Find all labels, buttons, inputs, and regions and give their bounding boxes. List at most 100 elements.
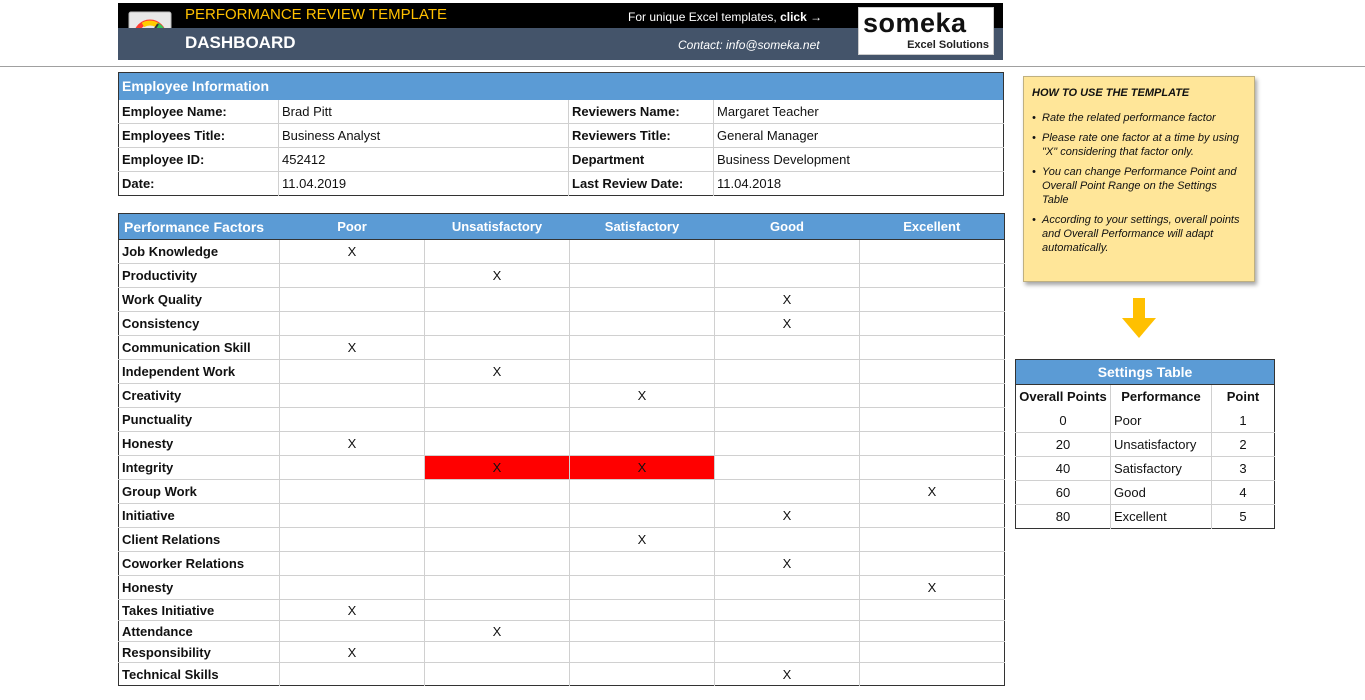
rating-cell[interactable] [424,551,570,576]
rating-cell[interactable] [859,287,1005,312]
rating-cell[interactable] [279,383,425,408]
rating-cell[interactable] [859,599,1005,621]
rating-cell[interactable]: X [714,311,860,336]
rating-cell[interactable] [279,479,425,504]
field-value[interactable]: Business Analyst [278,123,569,148]
point-cell[interactable]: 1 [1210,408,1275,433]
rating-cell[interactable] [569,575,715,600]
field-value[interactable]: Brad Pitt [278,99,569,124]
rating-cell[interactable] [424,431,570,456]
rating-cell[interactable] [859,641,1005,663]
rating-cell[interactable] [714,455,860,480]
rating-cell[interactable] [714,641,860,663]
rating-cell[interactable] [569,359,715,384]
rating-cell[interactable] [714,383,860,408]
performance-cell[interactable]: Poor [1110,408,1212,433]
overall-points-cell[interactable]: 20 [1015,432,1111,457]
rating-cell[interactable] [569,599,715,621]
rating-cell[interactable] [569,407,715,432]
rating-cell[interactable] [569,335,715,360]
rating-cell[interactable] [859,383,1005,408]
rating-cell[interactable] [859,407,1005,432]
rating-cell[interactable] [859,359,1005,384]
rating-cell[interactable] [424,335,570,360]
rating-cell[interactable] [859,503,1005,528]
rating-cell[interactable] [859,620,1005,642]
rating-cell[interactable]: X [424,263,570,288]
overall-points-cell[interactable]: 40 [1015,456,1111,481]
rating-cell[interactable] [424,383,570,408]
rating-cell[interactable] [859,335,1005,360]
field-value[interactable]: Business Development [712,147,1004,172]
rating-cell[interactable]: X [859,575,1005,600]
rating-cell[interactable] [279,551,425,576]
rating-cell[interactable] [859,662,1005,686]
rating-cell[interactable] [714,263,860,288]
point-cell[interactable]: 5 [1210,504,1275,529]
field-value[interactable]: General Manager [712,123,1004,148]
rating-cell[interactable] [859,431,1005,456]
rating-cell[interactable] [279,503,425,528]
rating-cell[interactable]: X [569,455,715,480]
performance-cell[interactable]: Satisfactory [1110,456,1212,481]
rating-cell[interactable]: X [424,620,570,642]
rating-cell[interactable] [714,359,860,384]
field-value[interactable]: 11.04.2019 [278,171,569,196]
rating-cell[interactable] [279,662,425,686]
rating-cell[interactable] [714,575,860,600]
rating-cell[interactable] [569,479,715,504]
overall-points-cell[interactable]: 0 [1015,408,1111,433]
rating-cell[interactable]: X [714,551,860,576]
field-value[interactable]: Margaret Teacher [712,99,1004,124]
rating-cell[interactable] [279,527,425,552]
performance-cell[interactable]: Excellent [1110,504,1212,529]
rating-cell[interactable] [569,263,715,288]
rating-cell[interactable] [569,311,715,336]
performance-cell[interactable]: Unsatisfactory [1110,432,1212,457]
rating-cell[interactable] [424,503,570,528]
rating-cell[interactable] [569,551,715,576]
rating-cell[interactable] [279,455,425,480]
rating-cell[interactable]: X [714,287,860,312]
rating-cell[interactable] [714,599,860,621]
rating-cell[interactable] [424,287,570,312]
rating-cell[interactable]: X [279,239,425,264]
rating-cell[interactable] [424,479,570,504]
point-cell[interactable]: 3 [1210,456,1275,481]
rating-cell[interactable] [424,527,570,552]
rating-cell[interactable] [279,287,425,312]
rating-cell[interactable] [714,620,860,642]
rating-cell[interactable]: X [714,503,860,528]
field-value[interactable]: 11.04.2018 [712,171,1004,196]
rating-cell[interactable] [714,335,860,360]
rating-cell[interactable] [569,239,715,264]
rating-cell[interactable] [424,575,570,600]
point-cell[interactable]: 2 [1210,432,1275,457]
rating-cell[interactable] [424,311,570,336]
rating-cell[interactable] [714,239,860,264]
rating-cell[interactable] [714,407,860,432]
rating-cell[interactable]: X [424,455,570,480]
rating-cell[interactable] [424,662,570,686]
rating-cell[interactable] [714,479,860,504]
overall-points-cell[interactable]: 80 [1016,505,1111,529]
promo-text[interactable]: For unique Excel templates, click → [628,10,822,24]
rating-cell[interactable] [569,662,715,686]
rating-cell[interactable] [279,620,425,642]
rating-cell[interactable] [279,263,425,288]
rating-cell[interactable] [569,287,715,312]
rating-cell[interactable]: X [279,431,425,456]
rating-cell[interactable]: X [279,599,425,621]
rating-cell[interactable] [859,311,1005,336]
rating-cell[interactable] [279,359,425,384]
rating-cell[interactable]: X [569,527,715,552]
rating-cell[interactable]: X [859,479,1005,504]
performance-cell[interactable]: Good [1110,480,1212,505]
rating-cell[interactable] [424,599,570,621]
someka-logo[interactable]: someka Excel Solutions [858,7,994,55]
rating-cell[interactable] [714,431,860,456]
rating-cell[interactable] [279,575,425,600]
promo-link[interactable]: click → [780,10,822,24]
rating-cell[interactable] [859,455,1005,480]
rating-cell[interactable]: X [279,335,425,360]
